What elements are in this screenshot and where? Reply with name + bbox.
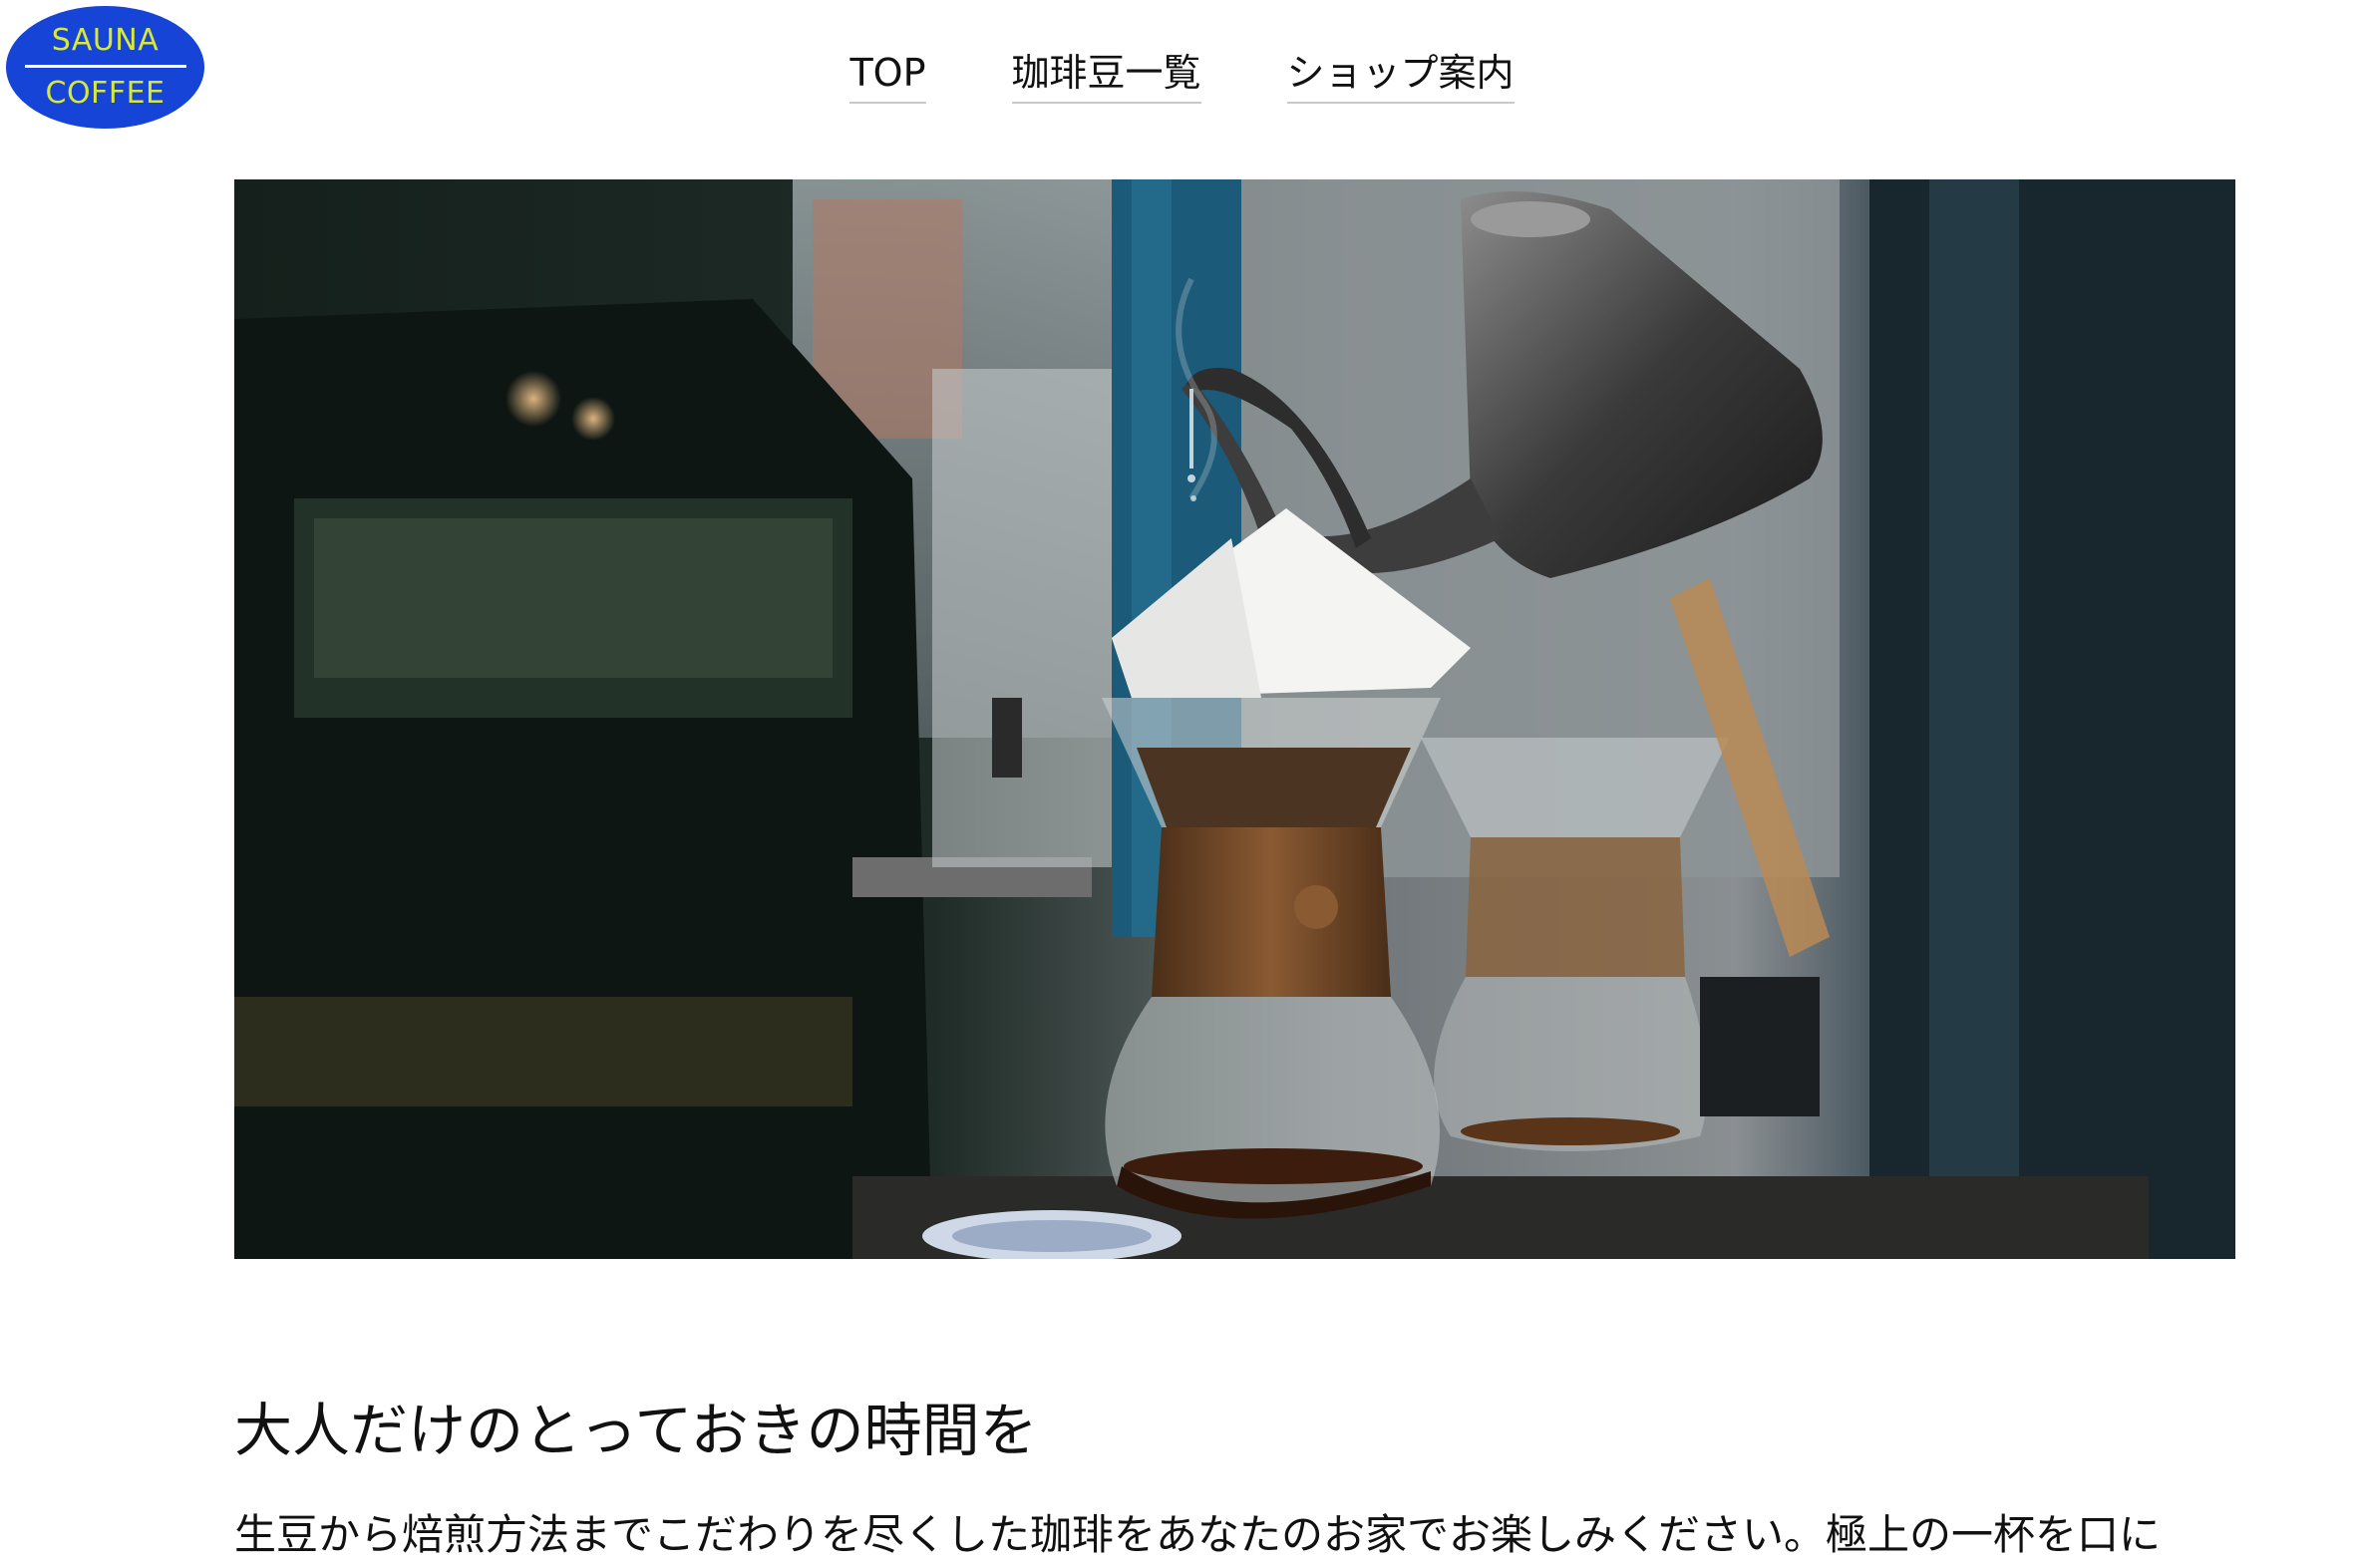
section-body-text: 生豆から焙煎方法までこだわりを尽くした珈琲をあなたのお家でお楽しみください。極上… — [234, 1510, 2162, 1559]
page: SAUNA COFFEE TOP 珈琲豆一覧 ショップ案内 大人だけのとっておき… — [0, 0, 2364, 1568]
nav-link-beans[interactable]: 珈琲豆一覧 — [1011, 48, 1201, 104]
main-nav: TOP 珈琲豆一覧 ショップ案内 — [0, 48, 2364, 104]
nav-link-top[interactable]: TOP — [849, 48, 926, 104]
hero-image — [234, 179, 2235, 1259]
nav-link-shop-info[interactable]: ショップ案内 — [1286, 48, 1515, 104]
section-headline: 大人だけのとっておきの時間を — [234, 1397, 1038, 1464]
